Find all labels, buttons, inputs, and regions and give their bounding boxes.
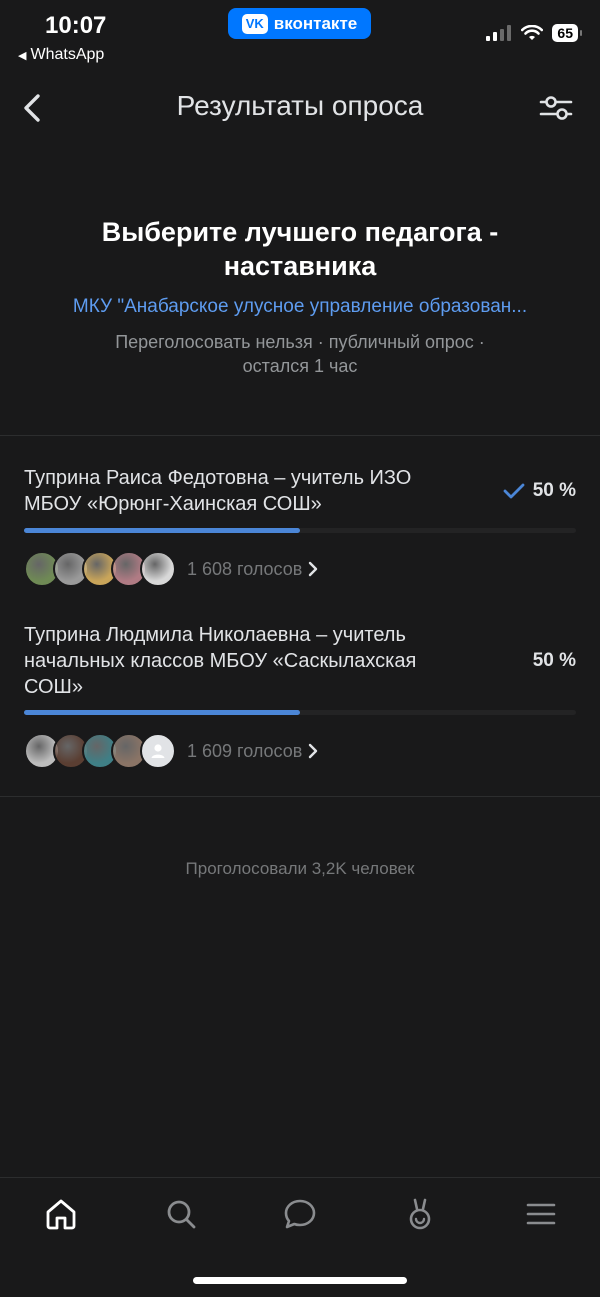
status-indicators: 65 [486, 24, 582, 42]
votes-count-label: 1 609 голосов [187, 740, 303, 761]
poll-option-result: 50 % [503, 480, 576, 502]
tab-messages[interactable] [280, 1194, 320, 1234]
vk-app-name: вконтакте [273, 13, 358, 33]
poll-option-text[interactable]: Туприна Людмила Николаевна – учитель нач… [24, 622, 474, 700]
voters-row[interactable]: 1 609 голосов [24, 733, 318, 769]
poll-option-text[interactable]: Туприна Раиса Федотовна – учитель ИЗО МБ… [24, 465, 474, 517]
poll-option-bar [24, 528, 576, 533]
check-icon [503, 483, 525, 499]
vk-logo-icon: VK [241, 13, 268, 34]
poll-option-result: 50 % [533, 650, 576, 672]
poll-option-percent: 50 % [532, 650, 576, 671]
search-icon [167, 1200, 196, 1229]
menu-icon [526, 1203, 556, 1225]
poll-option-percent: 50 % [532, 480, 576, 501]
poll-author-link[interactable]: МКУ "Анабарское улусное управление образ… [30, 296, 570, 318]
user-icon [151, 744, 165, 758]
poll-option-bar-fill [24, 710, 300, 715]
clips-icon [409, 1198, 431, 1230]
tab-home[interactable] [41, 1194, 81, 1234]
poll-question: Выберите лучшего педагога - наставника [101, 217, 499, 281]
divider [0, 435, 600, 436]
total-voters: Проголосовали 3,2K человек [185, 859, 415, 878]
votes-count[interactable]: 1 609 голосов [187, 741, 318, 762]
cellular-signal-icon [486, 25, 512, 41]
chevron-right-icon [309, 743, 318, 759]
poll-meta: Переголосовать нельзя · публичный опрос … [115, 332, 485, 376]
tab-menu[interactable] [521, 1194, 561, 1234]
chevron-right-icon [309, 561, 318, 577]
avatar-placeholder [140, 733, 176, 769]
wifi-icon [521, 25, 544, 40]
status-time: 10:07 [45, 12, 107, 39]
tab-clips[interactable] [400, 1194, 440, 1234]
divider [0, 796, 600, 797]
voters-row[interactable]: 1 608 голосов [24, 551, 318, 587]
sliders-icon [539, 96, 573, 120]
votes-count[interactable]: 1 608 голосов [187, 559, 318, 580]
avatar [140, 551, 176, 587]
back-app-label: WhatsApp [30, 46, 105, 63]
vk-app-badge: VK вконтакте [228, 8, 371, 39]
votes-count-label: 1 608 голосов [187, 558, 303, 579]
filter-button[interactable] [534, 88, 578, 128]
back-triangle-icon: ◀ [18, 49, 27, 62]
page-title: Результаты опроса [176, 90, 424, 121]
back-to-app-link[interactable]: ◀ WhatsApp [18, 46, 104, 64]
poll-option-bar [24, 710, 576, 715]
battery-indicator: 65 [552, 24, 582, 42]
home-icon [46, 1199, 76, 1230]
tabbar-divider [0, 1177, 600, 1178]
home-indicator[interactable] [193, 1277, 407, 1284]
tab-search[interactable] [161, 1194, 201, 1234]
messages-icon [284, 1199, 316, 1229]
poll-option-bar-fill [24, 528, 300, 533]
